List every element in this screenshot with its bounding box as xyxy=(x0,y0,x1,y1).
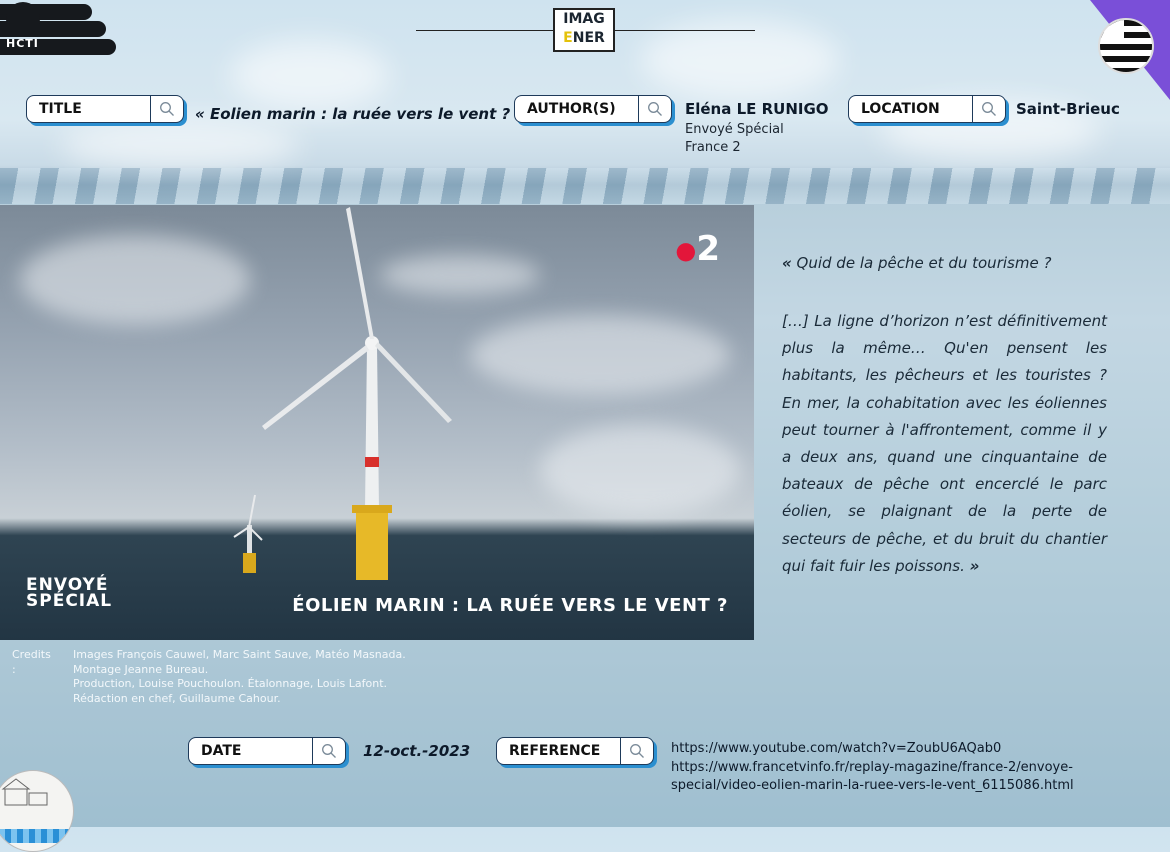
location-label-pill: LOCATION xyxy=(848,95,1006,123)
brand-line2: NER xyxy=(572,30,605,46)
title-label: TITLE xyxy=(39,101,82,117)
quote-open-mark: « xyxy=(782,254,792,272)
date-label: DATE xyxy=(201,743,242,759)
author-label-pill: AUTHOR(S) xyxy=(514,95,672,123)
brand-accent-letter: E xyxy=(563,30,573,46)
envoye-special-logo: ENVOYÉ SPÉCIAL xyxy=(26,577,113,611)
magnifier-icon[interactable] xyxy=(312,738,345,764)
show-line2: SPÉCIAL xyxy=(26,591,113,611)
author-line3: France 2 xyxy=(685,140,741,155)
cloud-decoration xyxy=(60,120,300,170)
reference-link[interactable]: https://www.francetvinfo.fr/replay-magaz… xyxy=(671,759,1141,778)
brand-line1: IMAG xyxy=(563,11,605,27)
reference-label-pill: REFERENCE xyxy=(496,737,654,765)
quote-body-text: […] La ligne d’horizon n’est définitivem… xyxy=(782,312,1107,575)
date-label-pill: DATE xyxy=(188,737,346,765)
author-line2: Envoyé Spécial xyxy=(685,122,784,137)
quote-close-mark: » xyxy=(969,556,980,575)
hcti-logo: HCTI xyxy=(0,0,120,60)
magnifier-icon[interactable] xyxy=(972,96,1005,122)
quote-body: […] La ligne d’horizon n’est définitivem… xyxy=(782,308,1107,580)
reference-link[interactable]: special/video-eolien-marin-la-ruee-vers-… xyxy=(671,777,1141,796)
quote-heading: « Quid de la pêche et du tourisme ? xyxy=(782,254,1107,272)
magnifier-icon[interactable] xyxy=(150,96,183,122)
video-headline: ÉOLIEN MARIN : LA RUÉE VERS LE VENT ? xyxy=(292,595,728,616)
credits-label: Credits : xyxy=(12,648,51,676)
imagener-brand: IMAG ENER xyxy=(416,8,756,54)
france2-logo: ●2 xyxy=(675,229,720,269)
title-value: « Eolien marin : la ruée vers le vent ? … xyxy=(195,105,526,123)
logo-text: HCTI xyxy=(6,37,39,50)
hcti-logo-icon xyxy=(6,2,40,36)
credits-line: Montage Jeanne Bureau. xyxy=(73,662,209,676)
wind-turbine-illustration xyxy=(233,207,452,580)
reference-links: https://www.youtube.com/watch?v=ZoubU6AQ… xyxy=(671,740,1141,796)
reference-label: REFERENCE xyxy=(509,743,601,759)
credits-line: Rédaction en chef, Guillaume Cahour. xyxy=(73,691,281,705)
quote-heading-text: Quid de la pêche et du tourisme ? xyxy=(796,254,1052,272)
location-value: Saint-Brieuc xyxy=(1016,100,1120,118)
date-value: 12-oct.-2023 xyxy=(363,742,471,760)
title-label-pill: TITLE xyxy=(26,95,184,123)
author-label: AUTHOR(S) xyxy=(527,101,616,117)
credits-line: Images François Cauwel, Marc Saint Sauve… xyxy=(73,648,406,661)
author-name: Eléna LE RUNIGO xyxy=(685,100,829,118)
video-frame[interactable]: ●2 ENVOYÉ SPÉCIAL ÉOLIEN MARIN : LA RUÉE… xyxy=(0,205,754,640)
city-badge-icon xyxy=(0,770,74,852)
brittany-flag-icon xyxy=(1098,18,1154,74)
sea-horizon-band xyxy=(0,168,1170,204)
channel-number: 2 xyxy=(696,229,720,269)
magnifier-icon[interactable] xyxy=(638,96,671,122)
credits-line: Production, Louise Pouchoulon. Étalonnag… xyxy=(73,677,388,690)
cloud-decoration xyxy=(230,40,390,110)
reference-link[interactable]: https://www.youtube.com/watch?v=ZoubU6AQ… xyxy=(671,740,1141,759)
magnifier-icon[interactable] xyxy=(620,738,653,764)
location-label: LOCATION xyxy=(861,101,940,117)
